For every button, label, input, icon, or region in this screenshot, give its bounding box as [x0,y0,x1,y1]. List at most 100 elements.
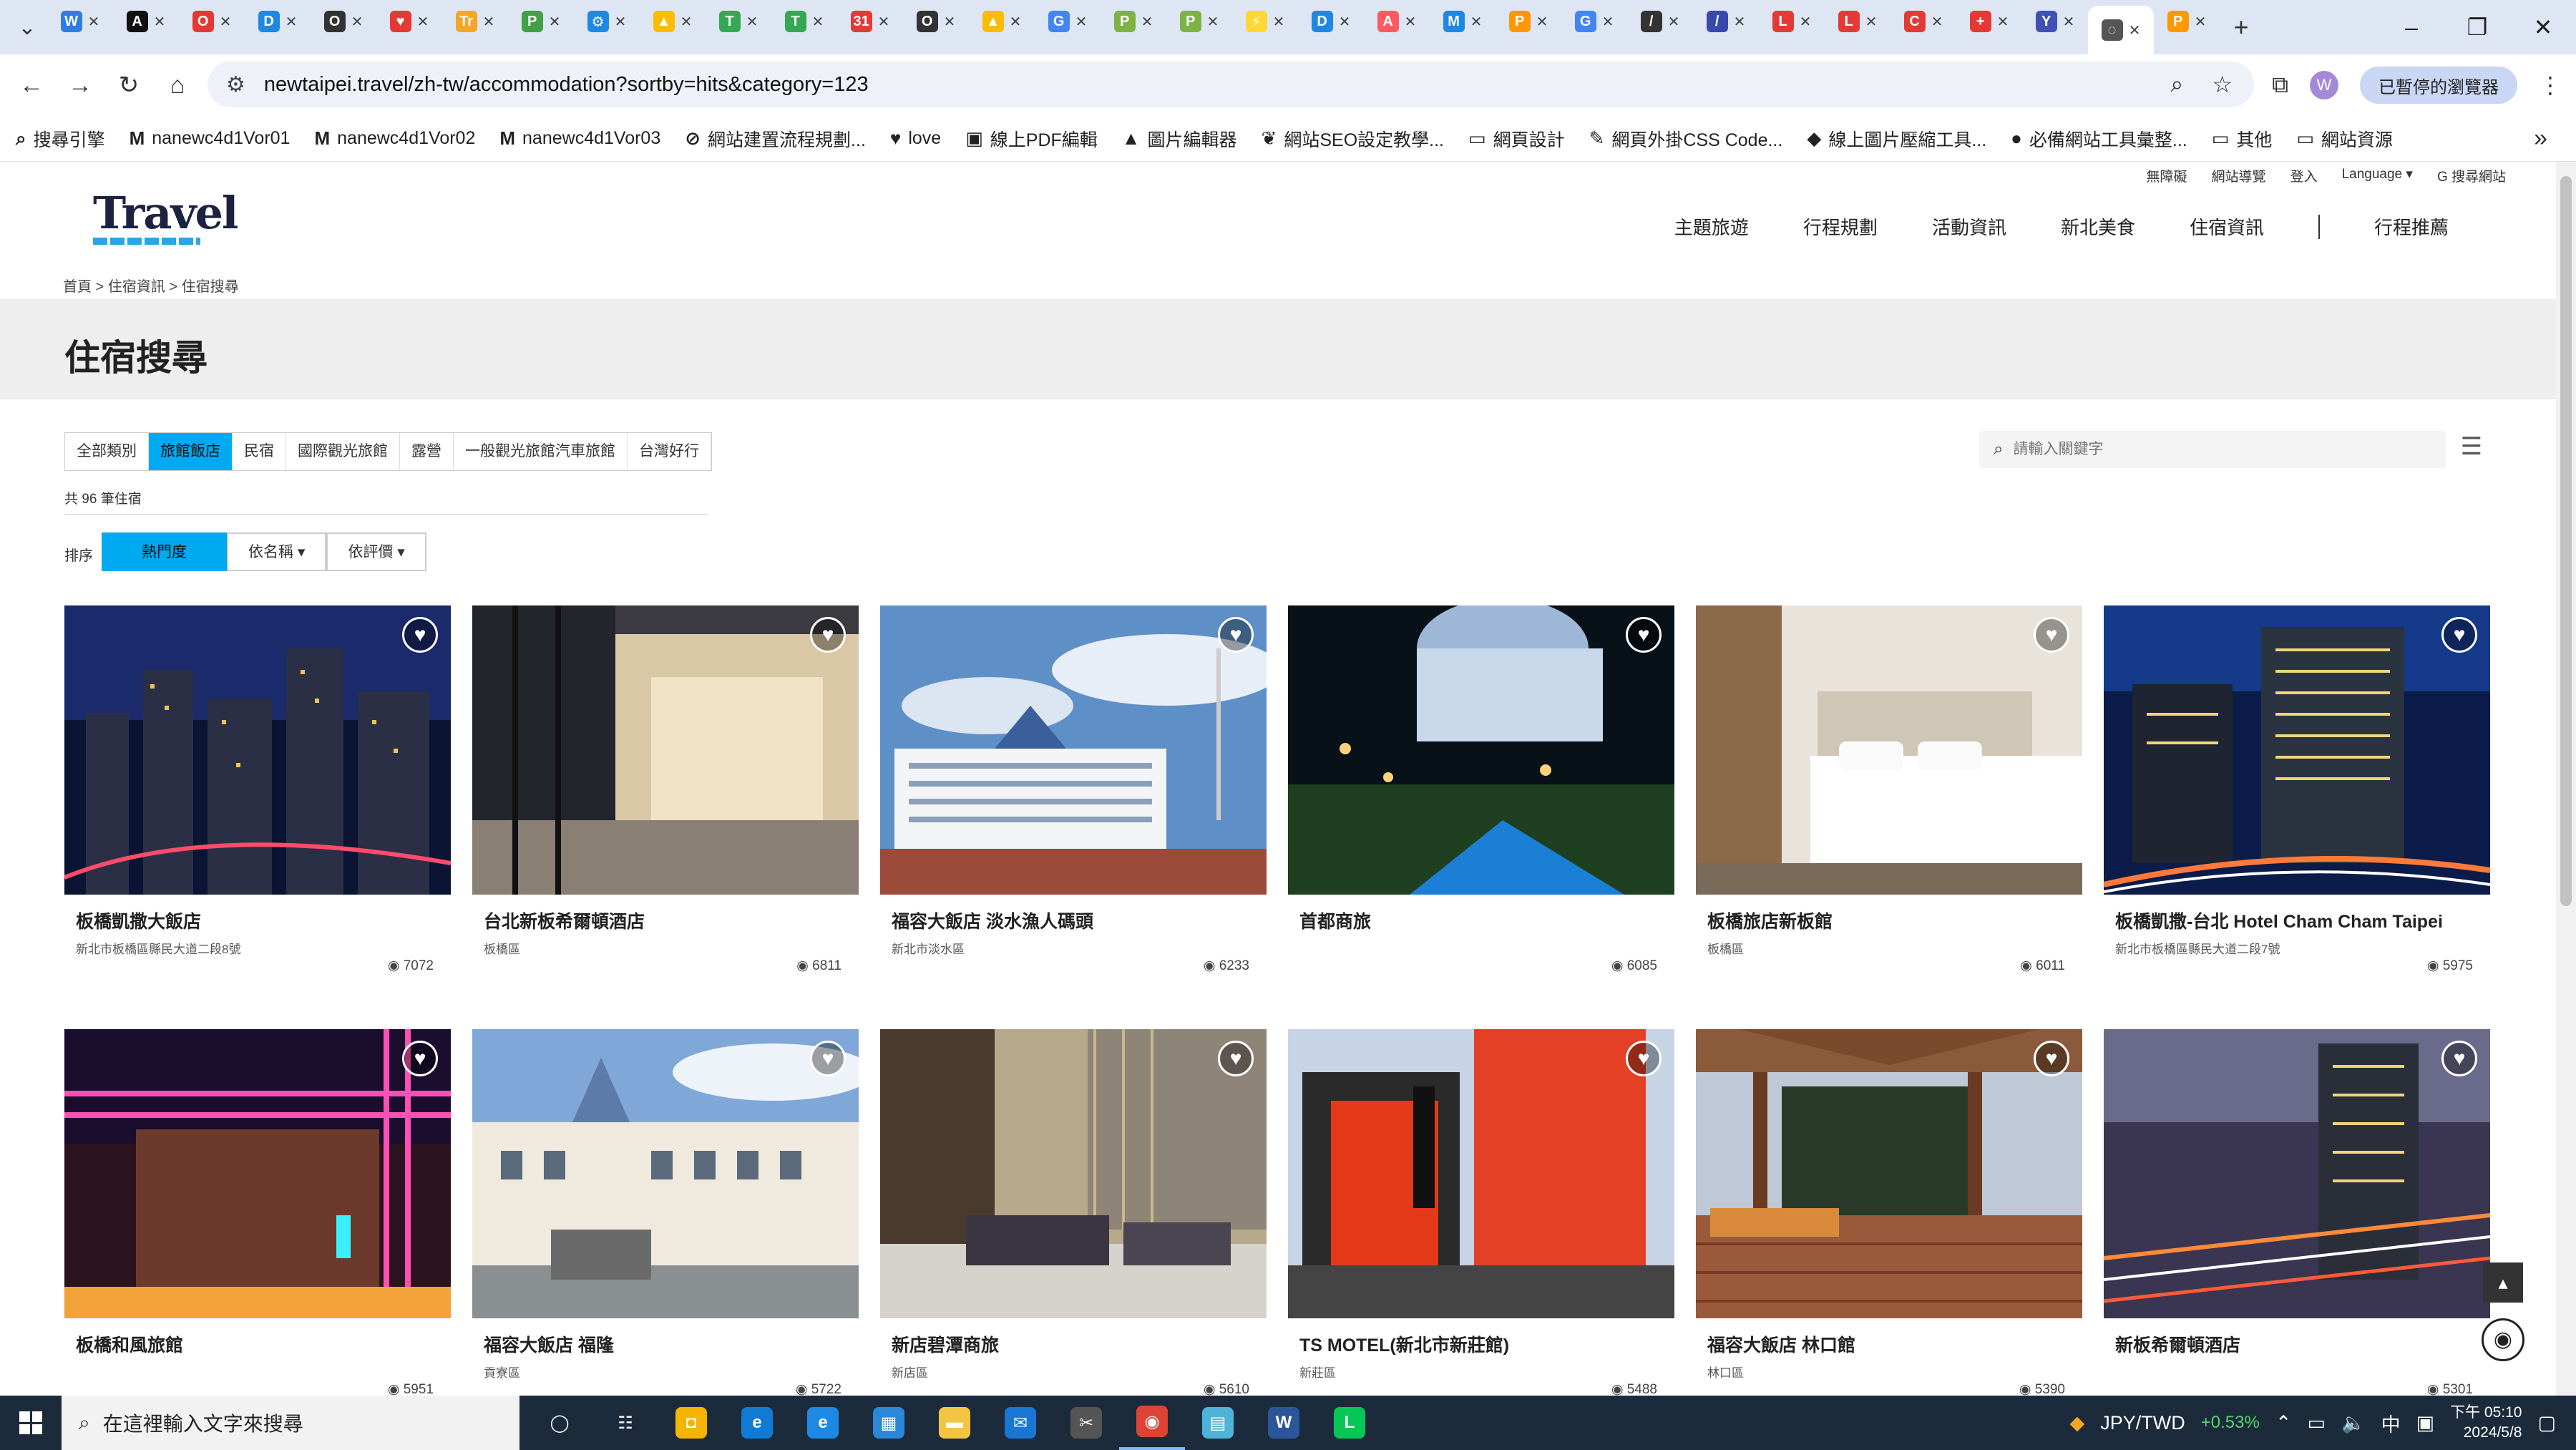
utility-link[interactable]: 網站導覽 [2212,166,2266,185]
tab-close-icon[interactable]: ✕ [220,13,232,31]
hotel-card[interactable]: ♥ 板橋凱撒-台北 Hotel Cham Cham Taipei 新北市板橋區縣民大… [2104,605,2490,973]
browser-tab[interactable]: Y ✕ [2022,0,2088,43]
new-tab-button[interactable]: + [2220,12,2263,42]
tab-close-icon[interactable]: ✕ [88,13,100,31]
bookmark-item[interactable]: ▭ 網頁設計 [1468,126,1565,152]
utility-link[interactable]: G 搜尋網站 [2437,166,2506,185]
browser-tab[interactable]: L ✕ [1759,0,1825,43]
hotel-photo[interactable]: ♥ [2104,1029,2490,1318]
favorite-heart-icon[interactable]: ♥ [1626,617,1662,653]
hotel-name[interactable]: 福容大飯店 淡水漁人碼頭 [880,908,1267,933]
hotel-card[interactable]: ♥ 首都商旅 ◉ 6085 [1288,605,1674,973]
tab-close-icon[interactable]: ✕ [1865,13,1878,31]
browser-tab[interactable]: 31 ✕ [837,0,903,43]
hotel-photo[interactable]: ♥ [1696,1029,2082,1318]
tab-close-icon[interactable]: ✕ [2129,21,2141,39]
hotel-name[interactable]: 台北新板希爾頓酒店 [472,908,859,933]
tab-close-icon[interactable]: ✕ [1075,13,1088,31]
hotel-name[interactable]: 板橋和風旅館 [64,1331,451,1357]
keyword-search-input[interactable] [2013,441,2414,458]
favorite-heart-icon[interactable]: ♥ [402,1041,438,1076]
browser-tab[interactable]: + ✕ [1956,0,2022,43]
hotel-name[interactable]: 新板希爾頓酒店 [2104,1331,2490,1357]
tab-close-icon[interactable]: ✕ [417,13,429,31]
browser-tab[interactable]: D ✕ [245,0,311,43]
hotel-photo[interactable]: ♥ [64,605,451,895]
taskbar-app[interactable]: ▦ [856,1396,922,1450]
tab-close-icon[interactable]: ✕ [944,13,956,31]
tab-close-icon[interactable]: ✕ [878,13,890,31]
browser-tab[interactable]: P ✕ [1496,0,1561,43]
taskbar-app[interactable]: W [1251,1396,1317,1450]
sort-button[interactable]: 依名稱 ▾ [227,532,327,571]
hotel-card[interactable]: ♥ 板橋旅店新板館 板橋區 ◉ 6011 [1696,605,2082,973]
category-tab[interactable]: 旅館飯店 [149,433,233,470]
taskbar-app[interactable]: ◉ [1119,1396,1185,1450]
category-tab[interactable]: 國際觀光旅館 [286,433,400,470]
tab-close-icon[interactable]: ✕ [1668,13,1680,31]
bookmark-item[interactable]: ✎ 網頁外掛CSS Code... [1589,126,1783,152]
browser-tab[interactable]: G ✕ [1561,0,1627,43]
tab-close-icon[interactable]: ✕ [1405,13,1417,31]
taskbar-app[interactable]: L [1317,1396,1382,1450]
nav-item[interactable]: 住宿資訊 [2190,213,2264,240]
browser-tab[interactable]: ▲ ✕ [640,0,706,43]
bookmark-item[interactable]: ▭ 其他 [2212,126,2273,152]
hotel-photo[interactable]: ♥ [2104,605,2490,895]
browser-tab[interactable]: ♥ ✕ [376,0,442,43]
page-scrollbar[interactable] [2556,162,2576,1396]
mascot-icon[interactable]: ◉ [2482,1318,2524,1361]
ime-mode-icon[interactable]: ▣ [2416,1412,2435,1434]
hotel-name[interactable]: 板橋凱撒大飯店 [64,908,451,933]
hotel-photo[interactable]: ♥ [1288,605,1674,895]
tab-close-icon[interactable]: ✕ [615,13,627,31]
browser-tab[interactable]: ⚙ ✕ [574,0,640,43]
utility-link[interactable]: 登入 [2290,166,2318,185]
list-view-icon[interactable]: ☰ [2456,432,2487,464]
tab-close-icon[interactable]: ✕ [1470,13,1483,31]
favorite-heart-icon[interactable]: ♥ [1626,1041,1662,1076]
fx-label[interactable]: JPY/TWD [2100,1412,2185,1434]
extensions-icon[interactable]: ⧉ [2272,72,2288,99]
hotel-card[interactable]: ♥ 新板希爾頓酒店 ◉ 5301 [2104,1029,2490,1396]
hotel-card[interactable]: ♥ 板橋凱撒大飯店 新北市板橋區縣民大道二段8號 ◉ 7072 [64,605,451,973]
notification-icon[interactable]: ▢ [2537,1412,2556,1434]
bookmark-item[interactable]: ● 必備網站工具彙整... [2011,126,2187,152]
taskbar-app[interactable]: e [724,1396,790,1450]
browser-tab[interactable]: G ✕ [1035,0,1101,43]
browser-tab[interactable]: Tr ✕ [442,0,508,43]
network-icon[interactable]: ▭ [2307,1412,2326,1434]
hotel-photo[interactable]: ♥ [880,605,1267,895]
bookmark-item[interactable]: ◆ 線上圖片壓縮工具... [1807,126,1986,152]
tab-close-icon[interactable]: ✕ [351,13,364,31]
tab-close-icon[interactable]: ✕ [549,13,561,31]
start-button[interactable] [0,1396,62,1450]
bookmark-item[interactable]: Mnanewc4d1Vor03 [499,127,660,150]
utility-link[interactable]: 無障礙 [2147,166,2187,185]
tab-close-icon[interactable]: ✕ [1141,13,1153,31]
hotel-photo[interactable]: ♥ [880,1029,1267,1318]
tab-close-icon[interactable]: ✕ [746,13,758,31]
bookmark-item[interactable]: ▭ 網站資源 [2296,126,2393,152]
browser-tab[interactable]: P ✕ [2154,0,2220,43]
profile-status-button[interactable]: 已暫停的瀏覽器 [2360,67,2517,104]
taskbar-app[interactable]: e [790,1396,856,1450]
back-to-top-button[interactable]: ▴ [2483,1262,2523,1303]
taskbar-search[interactable]: ⌕ 在這裡輸入文字來搜尋 [62,1396,519,1450]
tab-close-icon[interactable]: ✕ [1273,13,1285,31]
bookmarks-overflow-icon[interactable]: » [2534,125,2547,152]
sort-button[interactable]: 依評價 ▾ [326,532,426,571]
tab-close-icon[interactable]: ✕ [1536,13,1548,31]
volume-icon[interactable]: 🔈 [2341,1411,2366,1434]
zoom-icon[interactable]: ⌕ [2170,71,2183,98]
browser-tab[interactable]: M ✕ [1430,0,1496,43]
back-arrow-icon[interactable]: ← [7,61,56,110]
tab-close-icon[interactable]: ✕ [1800,13,1812,31]
utility-link[interactable]: Language ▾ [2342,166,2413,185]
browser-tab[interactable]: O ✕ [903,0,969,43]
hotel-card[interactable]: ♥ TS MOTEL(新北市新莊館) 新莊區 ◉ 5488 [1288,1029,1674,1396]
favorite-heart-icon[interactable]: ♥ [402,617,438,653]
hotel-card[interactable]: ♥ 福容大飯店 淡水漁人碼頭 新北市淡水區 ◉ 6233 [880,605,1267,973]
hotel-card[interactable]: ♥ 新店碧潭商旅 新店區 ◉ 5610 [880,1029,1267,1396]
favorite-heart-icon[interactable]: ♥ [1218,1041,1254,1076]
